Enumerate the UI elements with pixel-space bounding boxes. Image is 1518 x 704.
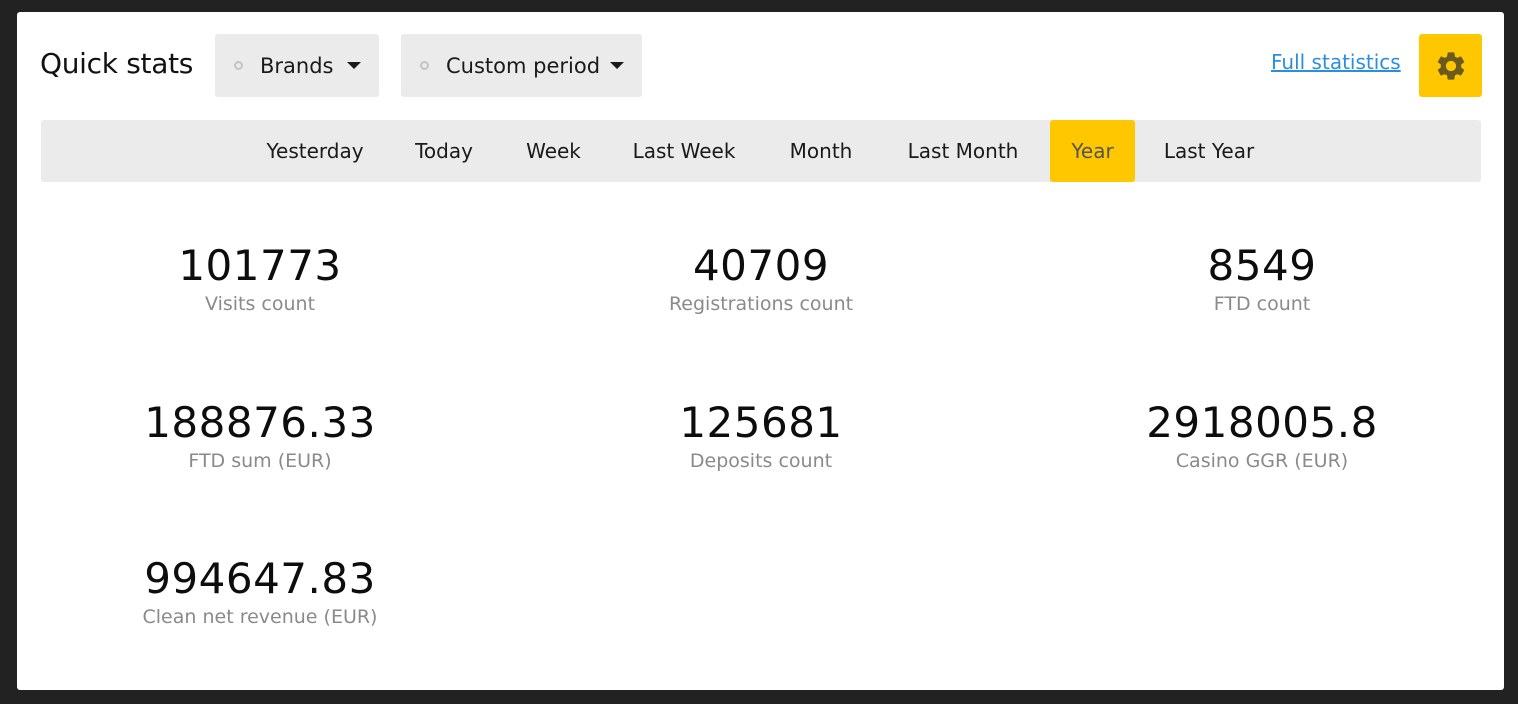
tab-last-year[interactable]: Last Year bbox=[1149, 120, 1269, 182]
stat-label: Visits count bbox=[204, 293, 316, 315]
stat-value: 40709 bbox=[692, 241, 830, 290]
circle-icon bbox=[234, 61, 243, 70]
stat-clean-net-revenue: 994647.83 Clean net revenue (EUR) bbox=[100, 554, 420, 630]
tab-yesterday[interactable]: Yesterday bbox=[252, 120, 378, 182]
tab-last-month[interactable]: Last Month bbox=[890, 120, 1036, 182]
period-dropdown[interactable]: Custom period bbox=[401, 34, 642, 97]
stat-label: Clean net revenue (EUR) bbox=[142, 606, 378, 628]
stat-value: 2918005.8 bbox=[1146, 398, 1378, 447]
stat-deposits: 125681 Deposits count bbox=[601, 398, 921, 474]
quick-stats-card: Quick stats Brands Custom period Full st… bbox=[17, 12, 1504, 690]
stat-casino-ggr: 2918005.8 Casino GGR (EUR) bbox=[1102, 398, 1422, 474]
brands-dropdown[interactable]: Brands bbox=[215, 34, 379, 97]
stat-label: Registrations count bbox=[668, 293, 854, 315]
tab-week[interactable]: Week bbox=[511, 120, 596, 182]
stat-label: Deposits count bbox=[689, 450, 833, 472]
tab-month[interactable]: Month bbox=[771, 120, 871, 182]
stat-label: Casino GGR (EUR) bbox=[1175, 450, 1349, 472]
gear-icon bbox=[1437, 51, 1464, 80]
stat-label: FTD count bbox=[1213, 293, 1311, 315]
stat-ftd-sum: 188876.33 FTD sum (EUR) bbox=[100, 398, 420, 474]
caret-down-icon bbox=[347, 62, 361, 69]
stat-value: 125681 bbox=[679, 398, 843, 447]
period-tabs: Yesterday Today Week Last Week Month Las… bbox=[41, 120, 1481, 182]
stat-visits: 101773 Visits count bbox=[100, 241, 420, 317]
stat-value: 994647.83 bbox=[144, 554, 376, 603]
stat-value: 8549 bbox=[1207, 241, 1317, 290]
full-statistics-link[interactable]: Full statistics bbox=[1271, 50, 1401, 74]
settings-button[interactable] bbox=[1419, 34, 1482, 97]
stat-registrations: 40709 Registrations count bbox=[601, 241, 921, 317]
circle-icon bbox=[420, 61, 429, 70]
page-title: Quick stats bbox=[40, 47, 194, 80]
stat-ftd-count: 8549 FTD count bbox=[1102, 241, 1422, 317]
tab-today[interactable]: Today bbox=[398, 120, 490, 182]
tab-last-week[interactable]: Last Week bbox=[618, 120, 750, 182]
stat-value: 101773 bbox=[178, 241, 342, 290]
stat-label: FTD sum (EUR) bbox=[188, 450, 332, 472]
brands-dropdown-label: Brands bbox=[260, 53, 334, 78]
tab-year[interactable]: Year bbox=[1050, 120, 1135, 182]
period-dropdown-label: Custom period bbox=[446, 53, 601, 78]
stat-value: 188876.33 bbox=[144, 398, 376, 447]
caret-down-icon bbox=[610, 62, 624, 69]
